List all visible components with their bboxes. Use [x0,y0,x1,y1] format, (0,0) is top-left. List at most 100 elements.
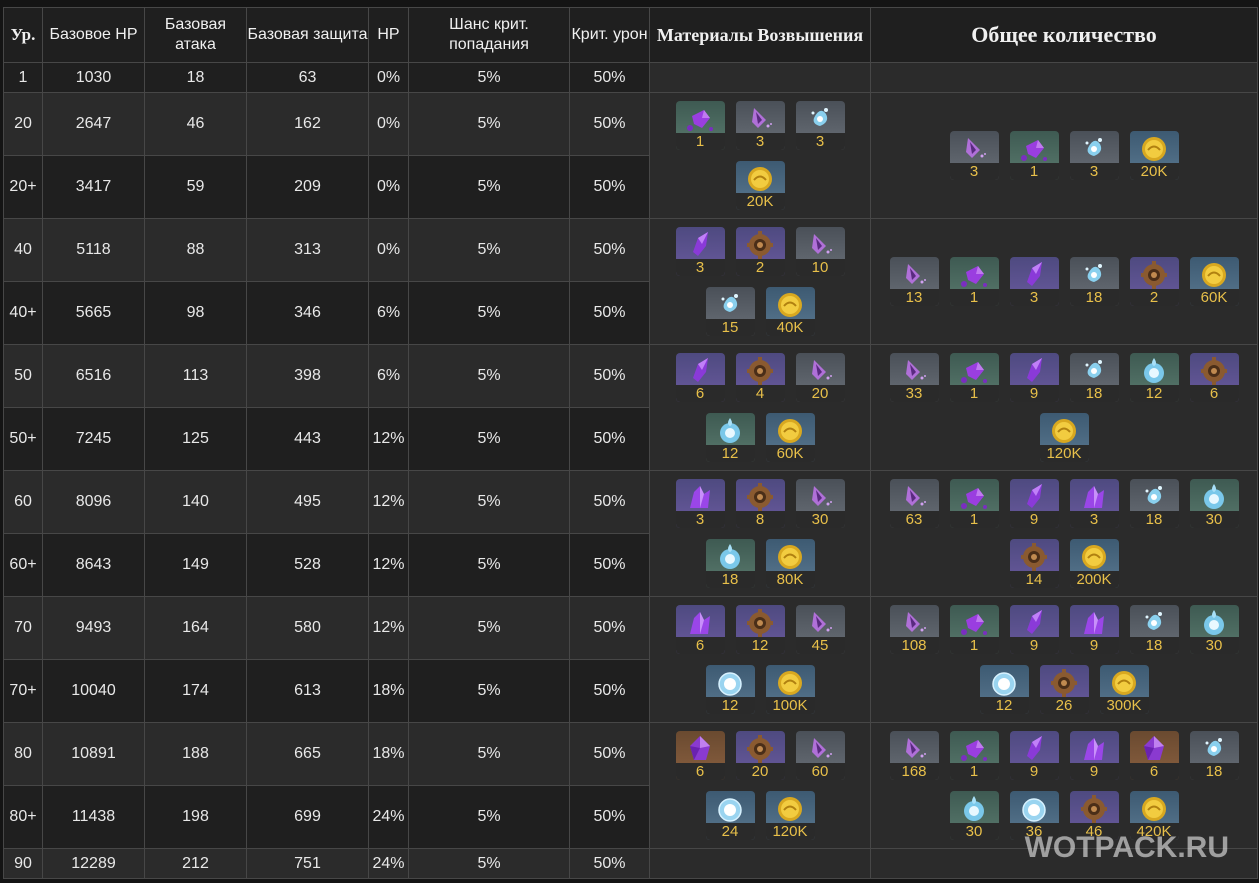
material-count: 1 [1009,163,1059,180]
cell-base-attack: 164 [144,596,247,660]
cell-level: 90 [3,848,43,879]
material-item: 18 [1129,479,1179,528]
cell-crit-rate: 5% [408,848,570,879]
total-icons: 108 1 9 9 18 30 12 26 300K [871,605,1257,714]
material-count: 60 [795,763,845,780]
gold-coin-icon [1198,260,1230,290]
material-item: 6 [675,605,725,654]
purple-flower-icon [898,482,930,512]
material-count: 10 [795,259,845,276]
purple-flower-icon [958,134,990,164]
cell-base-defense: 313 [246,218,369,282]
header-base-defense: Базовая защита [246,7,369,63]
material-item: 60K [1189,257,1239,306]
white-orb-icon [714,668,746,698]
cell-hp-bonus: 12% [368,407,409,471]
material-item: 3 [795,101,845,150]
material-item: 63 [889,479,939,528]
material-count: 30 [1189,511,1239,528]
cell-hp-bonus: 0% [368,218,409,282]
cell-crit-rate: 5% [408,92,570,156]
cell-base-defense: 162 [246,92,369,156]
purple-gem-icon [958,356,990,386]
material-item: 100K [765,665,815,714]
cell-base-attack: 149 [144,533,247,597]
material-item: 3 [1009,257,1059,306]
cell-hp-bonus: 0% [368,155,409,219]
material-count: 30 [795,511,845,528]
material-item: 2 [1129,257,1179,306]
material-item: 1 [949,731,999,780]
material-item: 300K [1099,665,1149,714]
cell-total: 33 1 9 18 12 6 120K [870,344,1258,471]
material-item: 40K [765,287,815,336]
cell-base-defense: 63 [246,62,369,93]
material-item: 20 [795,353,845,402]
cell-base-hp: 12289 [42,848,145,879]
blue-orb-icon [714,416,746,446]
gold-coin-icon [774,416,806,446]
cell-base-hp: 6516 [42,344,145,408]
bronze-gear-icon [744,356,776,386]
material-count: 24 [705,823,755,840]
material-count: 3 [1069,511,1119,528]
gold-coin-icon [1078,542,1110,572]
cell-level: 40+ [3,281,43,345]
material-item: 20K [735,161,785,210]
cell-crit-rate: 5% [408,407,570,471]
bronze-gear-icon [744,734,776,764]
purple-crystal-icon [1078,482,1110,512]
material-count: 18 [1189,763,1239,780]
header-crit-damage: Крит. урон [569,7,650,63]
cell-total: 108 1 9 9 18 30 12 26 300K [870,596,1258,723]
material-item: 14 [1009,539,1059,588]
material-count: 100K [765,697,815,714]
material-count: 1 [675,133,725,150]
material-count: 3 [795,133,845,150]
cell-level: 80+ [3,785,43,849]
material-item: 18 [1129,605,1179,654]
material-count: 6 [675,385,725,402]
purple-gem-icon [958,482,990,512]
material-item: 12 [705,665,755,714]
material-count: 12 [1129,385,1179,402]
purple-flower-icon [804,356,836,386]
cell-hp-bonus: 12% [368,596,409,660]
material-count: 200K [1069,571,1119,588]
table-row: 60 8096 140 495 12% 5% 50% 3 8 30 18 80K 63 1 9 3 18 30 14… [3,470,1258,597]
table-row: 70 9493 164 580 12% 5% 50% 6 12 45 12 100K 108 1 9 9 18 3… [3,596,1258,723]
purple-flower-icon [898,356,930,386]
gold-coin-icon [1108,668,1140,698]
purple-flower-icon [898,260,930,290]
total-icons: 13 1 3 18 2 60K [871,257,1257,306]
gold-coin-icon [774,290,806,320]
bronze-gear-icon [1078,794,1110,824]
cell-level: 60 [3,470,43,534]
material-item: 200K [1069,539,1119,588]
material-count: 30 [949,823,999,840]
cell-hp-bonus: 0% [368,92,409,156]
white-orb-icon [1018,794,1050,824]
cell-base-defense: 580 [246,596,369,660]
material-count: 15 [705,319,755,336]
cell-total: 168 1 9 9 6 18 30 36 46 420K [870,722,1258,849]
material-item: 45 [795,605,845,654]
material-count: 9 [1069,637,1119,654]
material-item: 30 [795,479,845,528]
blue-orb-icon [1138,356,1170,386]
material-count: 300K [1099,697,1149,714]
material-count: 108 [889,637,939,654]
material-count: 1 [949,637,999,654]
cell-base-defense: 528 [246,533,369,597]
cell-crit-damage: 50% [569,92,650,156]
material-count: 45 [795,637,845,654]
material-item: 9 [1069,605,1119,654]
gold-coin-icon [1138,134,1170,164]
material-item: 1 [675,101,725,150]
material-count: 9 [1009,385,1059,402]
cell-base-hp: 1030 [42,62,145,93]
cell-crit-rate: 5% [408,785,570,849]
material-count: 3 [949,163,999,180]
header-ascension-materials: Материалы Возвышения [649,7,871,63]
cell-base-hp: 8643 [42,533,145,597]
